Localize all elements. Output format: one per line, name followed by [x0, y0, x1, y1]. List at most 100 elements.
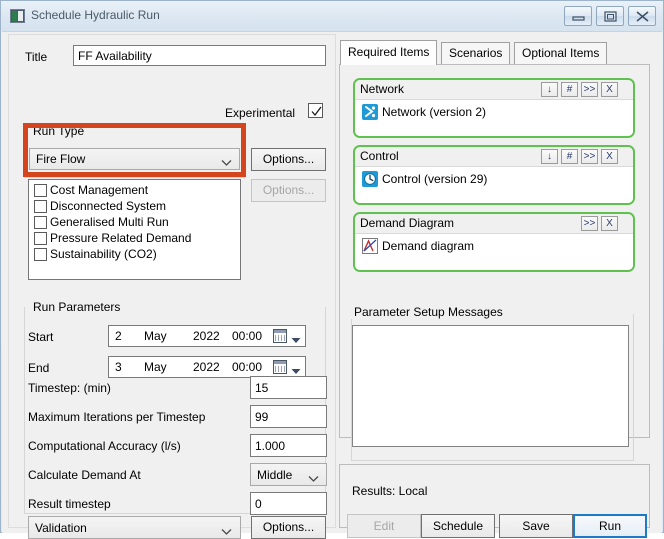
demand-diagram-item-group: Demand Diagram >> X Demand diagram [353, 212, 635, 272]
demand-diagram-group-body: Demand diagram [355, 234, 633, 270]
experimental-checkbox[interactable] [308, 103, 323, 118]
control-group-title: Control [360, 149, 399, 163]
chevron-down-icon[interactable] [291, 333, 301, 347]
feature-checkbox[interactable] [34, 184, 47, 197]
end-year[interactable]: 2022 [193, 360, 220, 374]
start-year[interactable]: 2022 [193, 329, 220, 343]
timestep-label: Timestep: (min) [28, 381, 111, 395]
start-month[interactable]: May [144, 329, 167, 343]
control-item-label[interactable]: Control (version 29) [382, 172, 487, 186]
max-iterations-input[interactable] [250, 405, 327, 428]
computational-accuracy-input[interactable] [250, 434, 327, 457]
end-day[interactable]: 3 [115, 360, 122, 374]
calendar-icon[interactable] [273, 360, 287, 374]
demand-diagram-expand-button[interactable]: >> [581, 216, 598, 231]
network-group-header: Network ↓ # >> X [355, 80, 633, 100]
save-button[interactable]: Save [499, 514, 573, 538]
control-group-header: Control ↓ # >> X [355, 147, 633, 167]
parameter-setup-messages-box[interactable] [352, 325, 629, 447]
list-item[interactable]: Sustainability (CO2) [32, 247, 240, 263]
parameter-setup-messages-legend: Parameter Setup Messages [351, 305, 506, 319]
chevron-down-icon [221, 156, 232, 170]
control-move-button[interactable]: ↓ [541, 149, 558, 164]
network-number-button[interactable]: # [561, 82, 578, 97]
calculate-demand-at-select[interactable]: Middle [250, 463, 327, 486]
demand-diagram-icon [362, 238, 378, 254]
network-icon [362, 104, 378, 120]
demand-diagram-group-title: Demand Diagram [360, 216, 455, 230]
control-clock-icon [362, 171, 378, 187]
feature-checkbox-list[interactable]: Cost Management Disconnected System Gene… [28, 179, 241, 280]
end-label: End [28, 361, 50, 375]
feature-checkbox[interactable] [34, 216, 47, 229]
run-parameters-legend: Run Parameters [30, 300, 124, 314]
client-area: Title Experimental Run Type Fire Flow Op… [2, 31, 662, 539]
result-timestep-input[interactable] [250, 492, 327, 515]
network-item-group: Network ↓ # >> X Network (version 2) [353, 78, 635, 138]
results-label: Results: Local [352, 484, 428, 498]
list-item[interactable]: Generalised Multi Run [32, 215, 240, 231]
feature-label: Pressure Related Demand [50, 231, 192, 245]
end-date-field[interactable]: 3 May 2022 00:00 [108, 356, 306, 378]
tab-scenarios[interactable]: Scenarios [441, 42, 511, 64]
result-timestep-label: Result timestep [28, 497, 111, 511]
control-remove-button[interactable]: X [601, 149, 618, 164]
network-expand-button[interactable]: >> [581, 82, 598, 97]
computational-accuracy-label: Computational Accuracy (l/s) [28, 439, 181, 453]
control-item-group: Control ↓ # >> X Control (version 29) [353, 145, 635, 205]
feature-label: Cost Management [50, 183, 149, 197]
right-items-panel: Required Items Scenarios Optional Items … [338, 34, 658, 528]
run-type-select[interactable]: Fire Flow [29, 148, 240, 170]
maximize-button[interactable] [596, 6, 624, 26]
close-button[interactable] [628, 6, 656, 26]
title-input[interactable] [73, 45, 326, 66]
control-expand-button[interactable]: >> [581, 149, 598, 164]
start-date-field[interactable]: 2 May 2022 00:00 [108, 325, 306, 347]
end-time[interactable]: 00:00 [232, 360, 262, 374]
calculate-demand-at-value: Middle [257, 468, 293, 482]
start-day[interactable]: 2 [115, 329, 122, 343]
run-type-options-button[interactable]: Options... [251, 148, 326, 171]
feature-checkbox[interactable] [34, 200, 47, 213]
start-time[interactable]: 00:00 [232, 329, 262, 343]
network-move-button[interactable]: ↓ [541, 82, 558, 97]
schedule-button[interactable]: Schedule [421, 514, 495, 538]
start-label: Start [28, 330, 54, 344]
calendar-icon[interactable] [273, 329, 287, 343]
control-group-body: Control (version 29) [355, 167, 633, 203]
demand-diagram-group-header: Demand Diagram >> X [355, 214, 633, 234]
max-iterations-label: Maximum Iterations per Timestep [28, 410, 206, 424]
network-item-label[interactable]: Network (version 2) [382, 105, 486, 119]
chevron-down-icon [221, 525, 232, 539]
chevron-down-icon [308, 472, 319, 486]
network-group-title: Network [360, 82, 405, 96]
minimize-button[interactable] [564, 6, 592, 26]
demand-diagram-item-label[interactable]: Demand diagram [382, 239, 474, 253]
window-title: Schedule Hydraulic Run [31, 8, 160, 22]
demand-diagram-remove-button[interactable]: X [601, 216, 618, 231]
end-month[interactable]: May [144, 360, 167, 374]
run-type-selected-value: Fire Flow [36, 152, 86, 166]
list-item[interactable]: Pressure Related Demand [32, 231, 240, 247]
list-item[interactable]: Disconnected System [32, 199, 240, 215]
run-type-legend: Run Type [30, 124, 88, 138]
run-button[interactable]: Run [573, 514, 647, 538]
feature-checkbox[interactable] [34, 232, 47, 245]
app-icon [10, 9, 25, 23]
control-number-button[interactable]: # [561, 149, 578, 164]
schedule-hydraulic-run-window: Schedule Hydraulic Run Title Experimenta… [0, 0, 664, 539]
tab-required-items[interactable]: Required Items [340, 40, 438, 65]
feature-label: Sustainability (CO2) [50, 247, 157, 261]
tab-optional-items[interactable]: Optional Items [514, 42, 608, 64]
timestep-input[interactable] [250, 376, 327, 399]
feature-checkbox[interactable] [34, 248, 47, 261]
network-group-body: Network (version 2) [355, 100, 633, 136]
left-settings-panel: Title Experimental Run Type Fire Flow Op… [8, 34, 336, 539]
validation-options-button[interactable]: Options... [251, 516, 326, 539]
list-item[interactable]: Cost Management [32, 183, 240, 199]
validation-select[interactable]: Validation [28, 516, 241, 539]
experimental-label: Experimental [225, 106, 296, 120]
edit-button: Edit [347, 514, 421, 538]
network-remove-button[interactable]: X [601, 82, 618, 97]
feature-label: Disconnected System [50, 199, 167, 213]
